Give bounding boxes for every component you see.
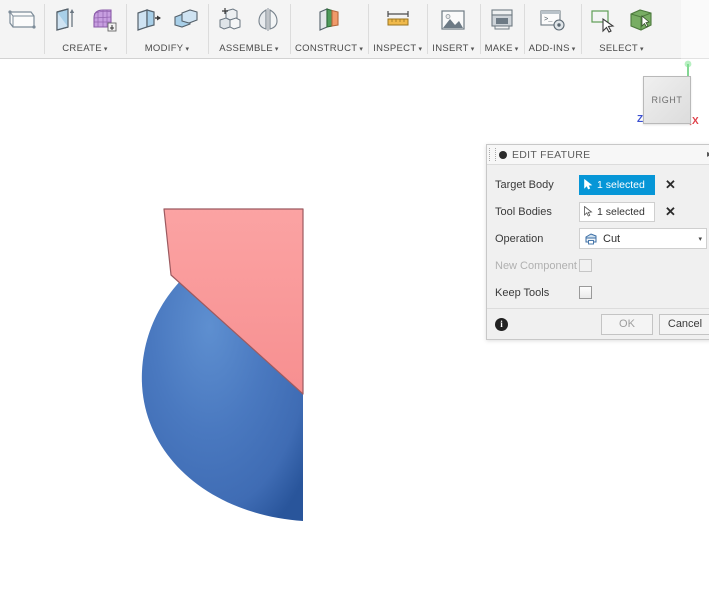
sketch-icon[interactable] [5,3,39,37]
toolbar-label-text-construct: CONSTRUCT [295,43,357,54]
select-cursor-icon [584,179,593,190]
tool-bodies-label: Tool Bodies [495,206,579,218]
chevron-down-icon: ▾ [104,46,108,53]
keep-tools-checkbox[interactable] [579,286,592,299]
dialog-body: Target Body 1 selected ✕ Tool Bodies 1 s… [487,165,709,308]
toolbar-group-label-insert[interactable]: INSERT▾ [432,43,474,58]
row-new-component: New Component [487,252,709,279]
view-cube-face-label: RIGHT [652,95,683,105]
toolbar-group-label-modify[interactable]: MODIFY▾ [145,43,190,58]
keep-tools-label: Keep Tools [495,287,579,299]
chevron-down-icon: ▾ [698,235,702,243]
toolbar-group-label-construct[interactable]: CONSTRUCT▾ [295,43,363,58]
insert-image-icon[interactable] [436,3,470,37]
toolbar-group-label-select[interactable]: SELECT▾ [599,43,644,58]
cut-operation-icon [584,232,598,245]
scripts-addins-icon[interactable]: >_ [535,3,569,37]
press-pull-icon[interactable] [131,3,165,37]
operation-dropdown[interactable]: Cut ▾ [579,228,707,249]
ok-button[interactable]: OK [601,314,653,335]
toolbar-label-text-create: CREATE [62,43,102,54]
toolbar-group-construct: CONSTRUCT▾ [290,0,368,58]
operation-value: Cut [603,233,698,245]
toolbar-group-inspect: INSPECT▾ [368,0,427,58]
3d-print-icon[interactable] [485,3,519,37]
toolbar-label-text-inspect: INSPECT [373,43,416,54]
dialog-title: EDIT FEATURE [512,149,707,161]
toolbar-group-label-assemble[interactable]: ASSEMBLE▾ [219,43,278,58]
tool-bodies-select-button[interactable]: 1 selected [579,202,655,222]
toolbar-group-make: MAKE▾ [480,0,524,58]
select-cube-icon[interactable] [624,3,658,37]
row-tool-bodies: Tool Bodies 1 selected ✕ [487,198,709,225]
operation-label: Operation [495,233,579,245]
toolbar-group-label-make[interactable]: MAKE▾ [485,43,519,58]
chevron-down-icon: ▾ [185,46,189,53]
toolbar-group-assemble: ASSEMBLE▾ [208,0,290,58]
offset-plane-icon[interactable] [312,3,346,37]
toolbar-group-label-addins[interactable]: ADD-INS▾ [529,43,576,58]
dialog-status-dot-icon [499,151,507,159]
target-body-select-button[interactable]: 1 selected [579,175,655,195]
toolbar-label-text-addins: ADD-INS [529,43,570,54]
dialog-drag-grip[interactable] [489,148,496,161]
toolbar-group-select: SELECT▾ [581,0,663,58]
toolbar-label-text-make: MAKE [485,43,513,54]
chevron-down-icon: ▾ [359,46,363,53]
toolbar-group-sketch [0,0,44,58]
measure-icon[interactable] [381,3,415,37]
target-body-clear-icon[interactable]: ✕ [665,178,676,191]
toolbar-group-insert: INSERT▾ [427,0,479,58]
toolbar-label-text-insert: INSERT [432,43,468,54]
dialog-title-bar[interactable]: EDIT FEATURE ▸▸ [487,145,709,165]
z-axis-label: Z [637,114,643,125]
x-axis-label: X [692,116,699,127]
new-component-label: New Component [495,260,579,272]
select-cursor-icon [584,206,593,217]
create-form-icon[interactable] [87,3,121,37]
chevron-down-icon: ▾ [471,46,475,53]
combine-icon[interactable] [169,3,203,37]
view-cube[interactable]: RIGHT Z X [625,60,709,130]
chevron-down-icon: ▾ [275,46,279,53]
row-operation: Operation Cut ▾ [487,225,709,252]
info-icon[interactable]: i [495,318,508,331]
dialog-footer: i OK Cancel [487,308,709,339]
toolbar-group-label-create[interactable]: CREATE▾ [62,43,107,58]
row-target-body: Target Body 1 selected ✕ [487,171,709,198]
tool-bodies-clear-icon[interactable]: ✕ [665,205,676,218]
toolbar-label-text-select: SELECT [599,43,638,54]
toolbar-group-modify: MODIFY▾ [126,0,208,58]
toolbar-group-addins: >_ ADD-INS▾ [524,0,581,58]
chevron-down-icon: ▾ [418,46,422,53]
toolbar-overflow-area [681,0,709,59]
toolbar-group-create: CREATE▾ [44,0,126,58]
view-cube-face-right[interactable]: RIGHT [643,76,691,124]
new-component-icon[interactable] [213,3,247,37]
joint-icon[interactable] [251,3,285,37]
target-body-label: Target Body [495,179,579,191]
target-body-value: 1 selected [597,179,645,191]
window-select-icon[interactable] [586,3,620,37]
new-component-checkbox [579,259,592,272]
cancel-button[interactable]: Cancel [659,314,709,335]
chevron-down-icon: ▾ [515,46,519,53]
toolbar-label-text-assemble: ASSEMBLE [219,43,273,54]
toolbar-label-text-modify: MODIFY [145,43,184,54]
extrude-icon[interactable] [49,3,83,37]
chevron-down-icon: ▾ [572,46,576,53]
toolbar-group-label-inspect[interactable]: INSPECT▾ [373,43,422,58]
row-keep-tools: Keep Tools [487,279,709,306]
chevron-down-icon: ▾ [640,46,644,53]
svg-text:>_: >_ [544,16,553,24]
edit-feature-dialog: EDIT FEATURE ▸▸ Target Body 1 selected ✕… [486,144,709,340]
main-toolbar: CREATE▾ MODIFY▾ [0,0,681,59]
tool-bodies-value: 1 selected [597,206,645,218]
